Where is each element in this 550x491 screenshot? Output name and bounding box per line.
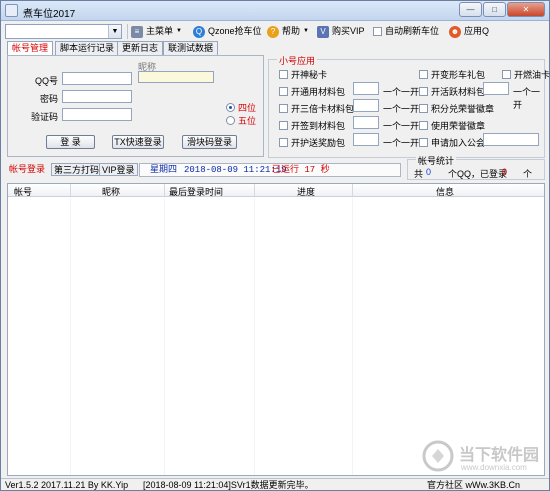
redeem-honor-badge-checkbox[interactable]: 积分兑荣誉徽章 xyxy=(419,102,494,115)
open-escort-pack-checkbox[interactable]: 开护送奖励包 xyxy=(279,136,345,149)
slider-login-button[interactable]: 滑块码登录 xyxy=(182,135,237,149)
menu-icon: ≡ xyxy=(131,25,143,38)
signin-pack-count-input[interactable] xyxy=(353,116,379,129)
watermark-logo: 当下软件园 www.downxia.com xyxy=(421,437,546,475)
qzone-icon: Q xyxy=(193,25,205,38)
user-icon: ☻ xyxy=(449,25,461,38)
auto-refresh-checkbox[interactable]: 自动刷新车位 xyxy=(373,23,439,40)
captcha-label: 验证码 xyxy=(30,112,58,122)
open-signin-pack-checkbox[interactable]: 开签到材料包 xyxy=(279,119,345,132)
weekday-text: 星期四 xyxy=(150,165,178,175)
login-panel: QQ号 密码 验证码 昵称 四位 五位 登 录 TX快速登录 滑块码登录 xyxy=(7,55,264,157)
col-account[interactable]: 帐号 xyxy=(14,185,32,198)
runtime-info-bar: 星期四 2018-08-09 11:21:19 已运行 17 秒 xyxy=(139,163,401,177)
buy-vip-button[interactable]: V 购买VIP xyxy=(317,23,365,40)
toolbar-separator xyxy=(127,24,128,39)
help-icon: ? xyxy=(267,25,279,38)
qq-input[interactable] xyxy=(62,72,132,85)
triple-pack-count-input[interactable] xyxy=(353,99,379,112)
open-mystery-card-checkbox[interactable]: 开神秘卡 xyxy=(279,68,327,81)
open-general-pack-checkbox[interactable]: 开通用材料包 xyxy=(279,85,345,98)
main-menu-button[interactable]: ≡ 主菜单 ▼ xyxy=(131,23,182,40)
vip-icon: V xyxy=(317,25,329,38)
nickname-field xyxy=(138,71,214,83)
tab-vip-login[interactable]: VIP登录 xyxy=(99,163,138,176)
tab-script-log[interactable]: 脚本运行记录 xyxy=(55,41,120,55)
qzone-button[interactable]: Q Qzone抢车位 xyxy=(193,23,262,40)
tx-quick-login-button[interactable]: TX快速登录 xyxy=(112,135,164,149)
app-icon xyxy=(5,4,18,17)
version-text: Ver1.5.2 2017.11.21 By KK.Yip xyxy=(5,480,129,490)
close-button[interactable]: ✕ xyxy=(507,2,545,17)
help-button[interactable]: ? 帮助 ▼ xyxy=(267,23,309,40)
minimize-button[interactable]: — xyxy=(459,2,482,17)
chevron-down-icon: ▼ xyxy=(303,28,309,34)
login-button[interactable]: 登 录 xyxy=(46,135,95,149)
active-pack-count-input[interactable] xyxy=(483,82,509,95)
community-link[interactable]: 官方社区 wWw.3KB.Cn xyxy=(427,479,520,491)
maximize-button[interactable]: □ xyxy=(483,2,506,17)
open-fuel-card-checkbox[interactable]: 开燃油卡 xyxy=(502,68,550,81)
escort-pack-count-input[interactable] xyxy=(353,133,379,146)
tab-account-login[interactable]: 帐号登录 xyxy=(7,163,47,176)
account-combo[interactable]: ▼ xyxy=(5,24,122,39)
join-guild-checkbox[interactable]: 申请加入公会 xyxy=(419,136,485,149)
group-title: 小号应用 xyxy=(277,54,318,67)
password-label: 密码 xyxy=(39,94,58,104)
uptime-text: 已运行 17 秒 xyxy=(272,165,330,175)
radio-icon xyxy=(226,103,235,112)
total-count: 0 xyxy=(426,167,432,177)
title-bar: 煮车位2017 — □ ✕ xyxy=(1,1,549,21)
open-transform-gift-checkbox[interactable]: 开变形车礼包 xyxy=(419,68,485,81)
log-text: [2018-08-09 11:21:04]SVr1数据更新完毕。 xyxy=(143,480,314,490)
tab-test-data[interactable]: 联测试数据 xyxy=(163,41,219,55)
logged-count: 0 xyxy=(502,167,508,177)
open-triple-pack-checkbox[interactable]: 开三倍卡材料包 xyxy=(279,102,354,115)
account-table[interactable]: 帐号 昵称 最后登录时间 进度 信息 xyxy=(7,183,545,476)
four-digit-radio[interactable]: 四位 xyxy=(226,101,256,114)
five-digit-radio[interactable]: 五位 xyxy=(226,114,256,127)
captcha-input[interactable] xyxy=(62,108,132,121)
open-active-pack-checkbox[interactable]: 开活跃材料包 xyxy=(419,85,485,98)
col-progress[interactable]: 进度 xyxy=(297,185,315,198)
app-window: 煮车位2017 — □ ✕ ▼ ≡ 主菜单 ▼ Q Qzone抢车位 ? 帮助 … xyxy=(0,0,550,491)
guild-input[interactable] xyxy=(483,133,539,146)
table-header: 帐号 昵称 最后登录时间 进度 信息 xyxy=(8,184,544,197)
col-last-login[interactable]: 最后登录时间 xyxy=(169,185,223,198)
tab-account[interactable]: 帐号管理 xyxy=(7,41,54,56)
chevron-down-icon: ▼ xyxy=(176,28,182,34)
password-input[interactable] xyxy=(62,90,132,103)
col-nickname[interactable]: 昵称 xyxy=(102,185,120,198)
checkbox-icon xyxy=(373,27,382,36)
app-q-button[interactable]: ☻ 应用Q xyxy=(449,23,489,40)
chevron-down-icon[interactable]: ▼ xyxy=(108,25,121,38)
window-title: 煮车位2017 xyxy=(23,9,76,20)
sub-account-apps-group: 小号应用 开神秘卡 开通用材料包 开三倍卡材料包 开签到材料包 开护送奖励包 一… xyxy=(268,54,550,158)
general-pack-count-input[interactable] xyxy=(353,82,379,95)
tab-changelog[interactable]: 更新日志 xyxy=(117,41,164,55)
account-stats-group: 帐号统计 共 0 个QQ，已登录 0 个 xyxy=(407,154,545,180)
radio-icon xyxy=(226,116,235,125)
col-info[interactable]: 信息 xyxy=(436,185,454,198)
tab-third-party-captcha[interactable]: 第三方打码 xyxy=(51,163,103,176)
qq-label: QQ号 xyxy=(34,76,58,86)
status-bar: Ver1.5.2 2017.11.21 By KK.Yip [2018-08-0… xyxy=(1,478,549,491)
toolbar: ▼ ≡ 主菜单 ▼ Q Qzone抢车位 ? 帮助 ▼ V 购买VIP 自动刷新… xyxy=(5,23,545,41)
use-honor-badge-checkbox[interactable]: 使用荣誉徽章 xyxy=(419,119,485,132)
stats-title: 帐号统计 xyxy=(416,154,457,167)
